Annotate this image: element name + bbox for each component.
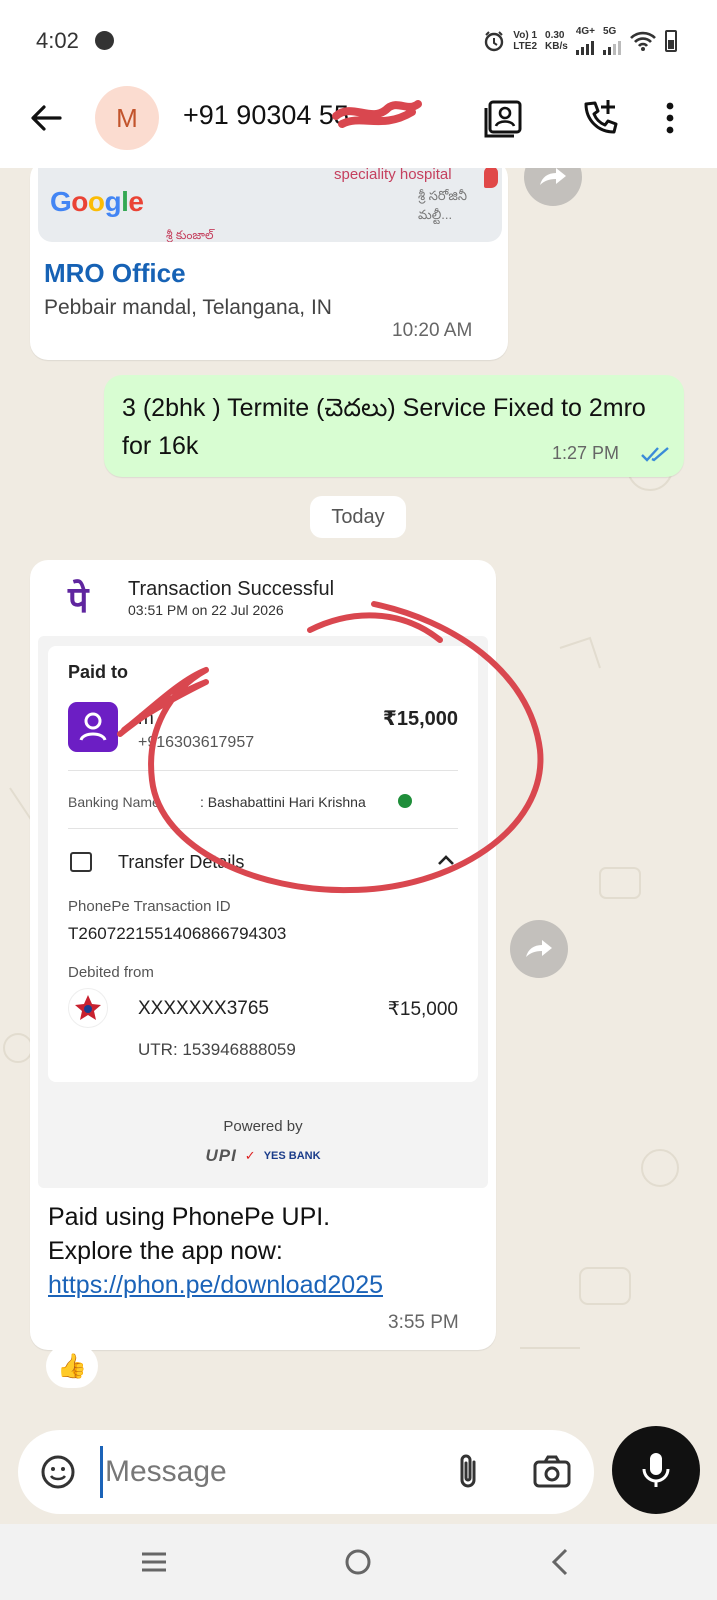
network-type: Vo) 1 LTE2 (513, 29, 538, 52)
transaction-datetime: 03:51 PM on 22 Jul 2026 (128, 602, 284, 618)
chat-area[interactable]: Google speciality hospital శ్రీ సరోజినీ … (0, 168, 717, 1423)
paid-to-label: Paid to (68, 662, 129, 682)
location-message[interactable]: Google speciality hospital శ్రీ సరోజినీ … (30, 168, 508, 360)
status-indicators: Vo) 1 LTE2 0.30 KB/s 4G+ 5G (483, 26, 677, 55)
location-title[interactable]: MRO Office (44, 258, 186, 289)
payee-name: m (138, 708, 154, 729)
yes-bank-tick-icon: ✓ (244, 1148, 256, 1163)
banking-name-value: : Bashabattini Hari Krishna (200, 794, 366, 810)
read-receipt-icon (641, 447, 669, 462)
upi-logo: UPI (205, 1146, 237, 1165)
camera-icon[interactable] (532, 1454, 572, 1490)
receipt-details: Paid to m ₹15,000 +916303617957 Banking … (48, 646, 478, 1082)
alarm-icon (485, 30, 504, 51)
user-icon (79, 712, 107, 741)
transaction-id: T2607221551406866794303 (68, 924, 287, 943)
map-place-label-telugu: శ్రీ సరోజినీ మల్టీ... (418, 188, 467, 222)
system-navigation-bar (0, 1524, 717, 1600)
message-composer (18, 1430, 594, 1514)
map-pin-icon (484, 168, 498, 188)
sim1-signal: 4G+ (575, 26, 595, 55)
transfer-details-label[interactable]: Transfer Details (118, 852, 244, 873)
verified-shield-icon (398, 794, 412, 808)
map-thumbnail[interactable]: Google speciality hospital శ్రీ సరోజినీ … (38, 168, 502, 242)
payee-amount: ₹15,000 (382, 708, 458, 730)
redaction-scribble (332, 100, 422, 128)
upi-bank-logos: UPI ✓ YES BANK (38, 1146, 488, 1166)
transaction-status: Transaction Successful (128, 578, 335, 600)
network-speed: 0.30 KB/s (545, 29, 568, 52)
payment-message[interactable]: पे Transaction Successful 03:51 PM on 22… (30, 560, 544, 1350)
outgoing-message[interactable]: 3 (2bhk ) Termite (చెదలు) Service Fixed … (104, 375, 684, 477)
attach-icon[interactable] (450, 1452, 486, 1492)
chevron-up-icon[interactable] (436, 850, 456, 870)
phonepe-logo: पे (68, 579, 89, 620)
payment-receipt[interactable]: Paid to m ₹15,000 +916303617957 Banking … (38, 636, 488, 1188)
map-place-label: speciality hospital (334, 168, 452, 183)
download-link[interactable]: https://phon.pe/download2025 (48, 1268, 478, 1302)
contact-card-icon[interactable] (482, 96, 526, 140)
star-bank-icon (75, 995, 101, 1020)
contact-name[interactable]: +91 90304 55 (183, 100, 349, 131)
battery-icon (665, 29, 677, 52)
reaction-badge[interactable]: 👍 (46, 1344, 98, 1388)
bank-logo (68, 988, 108, 1028)
forward-icon (526, 940, 552, 957)
message-time: 10:20 AM (392, 320, 473, 341)
back-nav-icon[interactable] (544, 1544, 580, 1580)
payment-message-text: Paid using PhonePe UPI. Explore the app … (48, 1200, 478, 1302)
chat-header: M +91 90304 55 (0, 80, 717, 168)
more-options-icon[interactable] (648, 96, 692, 140)
debited-from-label: Debited from (68, 964, 154, 981)
date-chip: Today (310, 496, 406, 538)
sticker-icon[interactable] (40, 1454, 76, 1490)
map-place-label-bottom: శ్రీ కుంజాల్ (166, 228, 214, 242)
contact-avatar[interactable]: M (95, 86, 159, 150)
voice-message-button[interactable] (612, 1426, 700, 1514)
status-bar: 4:02 Vo) 1 LTE2 0.30 KB/s 4G+ 5G (0, 0, 717, 80)
microphone-icon (642, 1453, 670, 1487)
transaction-id-label: PhonePe Transaction ID (68, 898, 231, 915)
payee-avatar (68, 702, 118, 752)
google-logo: Google (50, 186, 144, 217)
powered-by-label: Powered by (223, 1118, 303, 1135)
message-input[interactable] (100, 1446, 430, 1498)
location-address: Pebbair mandal, Telangana, IN (44, 296, 332, 319)
message-time: 1:27 PM (552, 443, 620, 463)
message-time: 3:55 PM (388, 1312, 459, 1333)
wifi-icon (630, 31, 656, 51)
divider (68, 770, 458, 771)
forward-icon (540, 168, 566, 185)
clock: 4:02 (36, 28, 79, 53)
debited-account: XXXXXXX3765 (138, 998, 269, 1019)
utr-number: UTR: 153946888059 (138, 1040, 296, 1059)
list-icon (70, 852, 92, 872)
payee-phone: +916303617957 (138, 734, 255, 751)
sim2-signal: 5G (603, 26, 621, 55)
notification-icon (95, 31, 114, 50)
add-call-icon[interactable] (578, 96, 622, 140)
home-icon[interactable] (340, 1544, 376, 1580)
divider (68, 828, 458, 829)
debited-amount: ₹15,000 (387, 999, 458, 1020)
forward-button[interactable] (510, 920, 568, 978)
back-arrow-icon[interactable] (26, 98, 66, 138)
banking-name-label: Banking Name (68, 794, 160, 810)
yes-bank-logo: YES BANK (263, 1150, 321, 1162)
recent-apps-icon[interactable] (136, 1544, 172, 1580)
